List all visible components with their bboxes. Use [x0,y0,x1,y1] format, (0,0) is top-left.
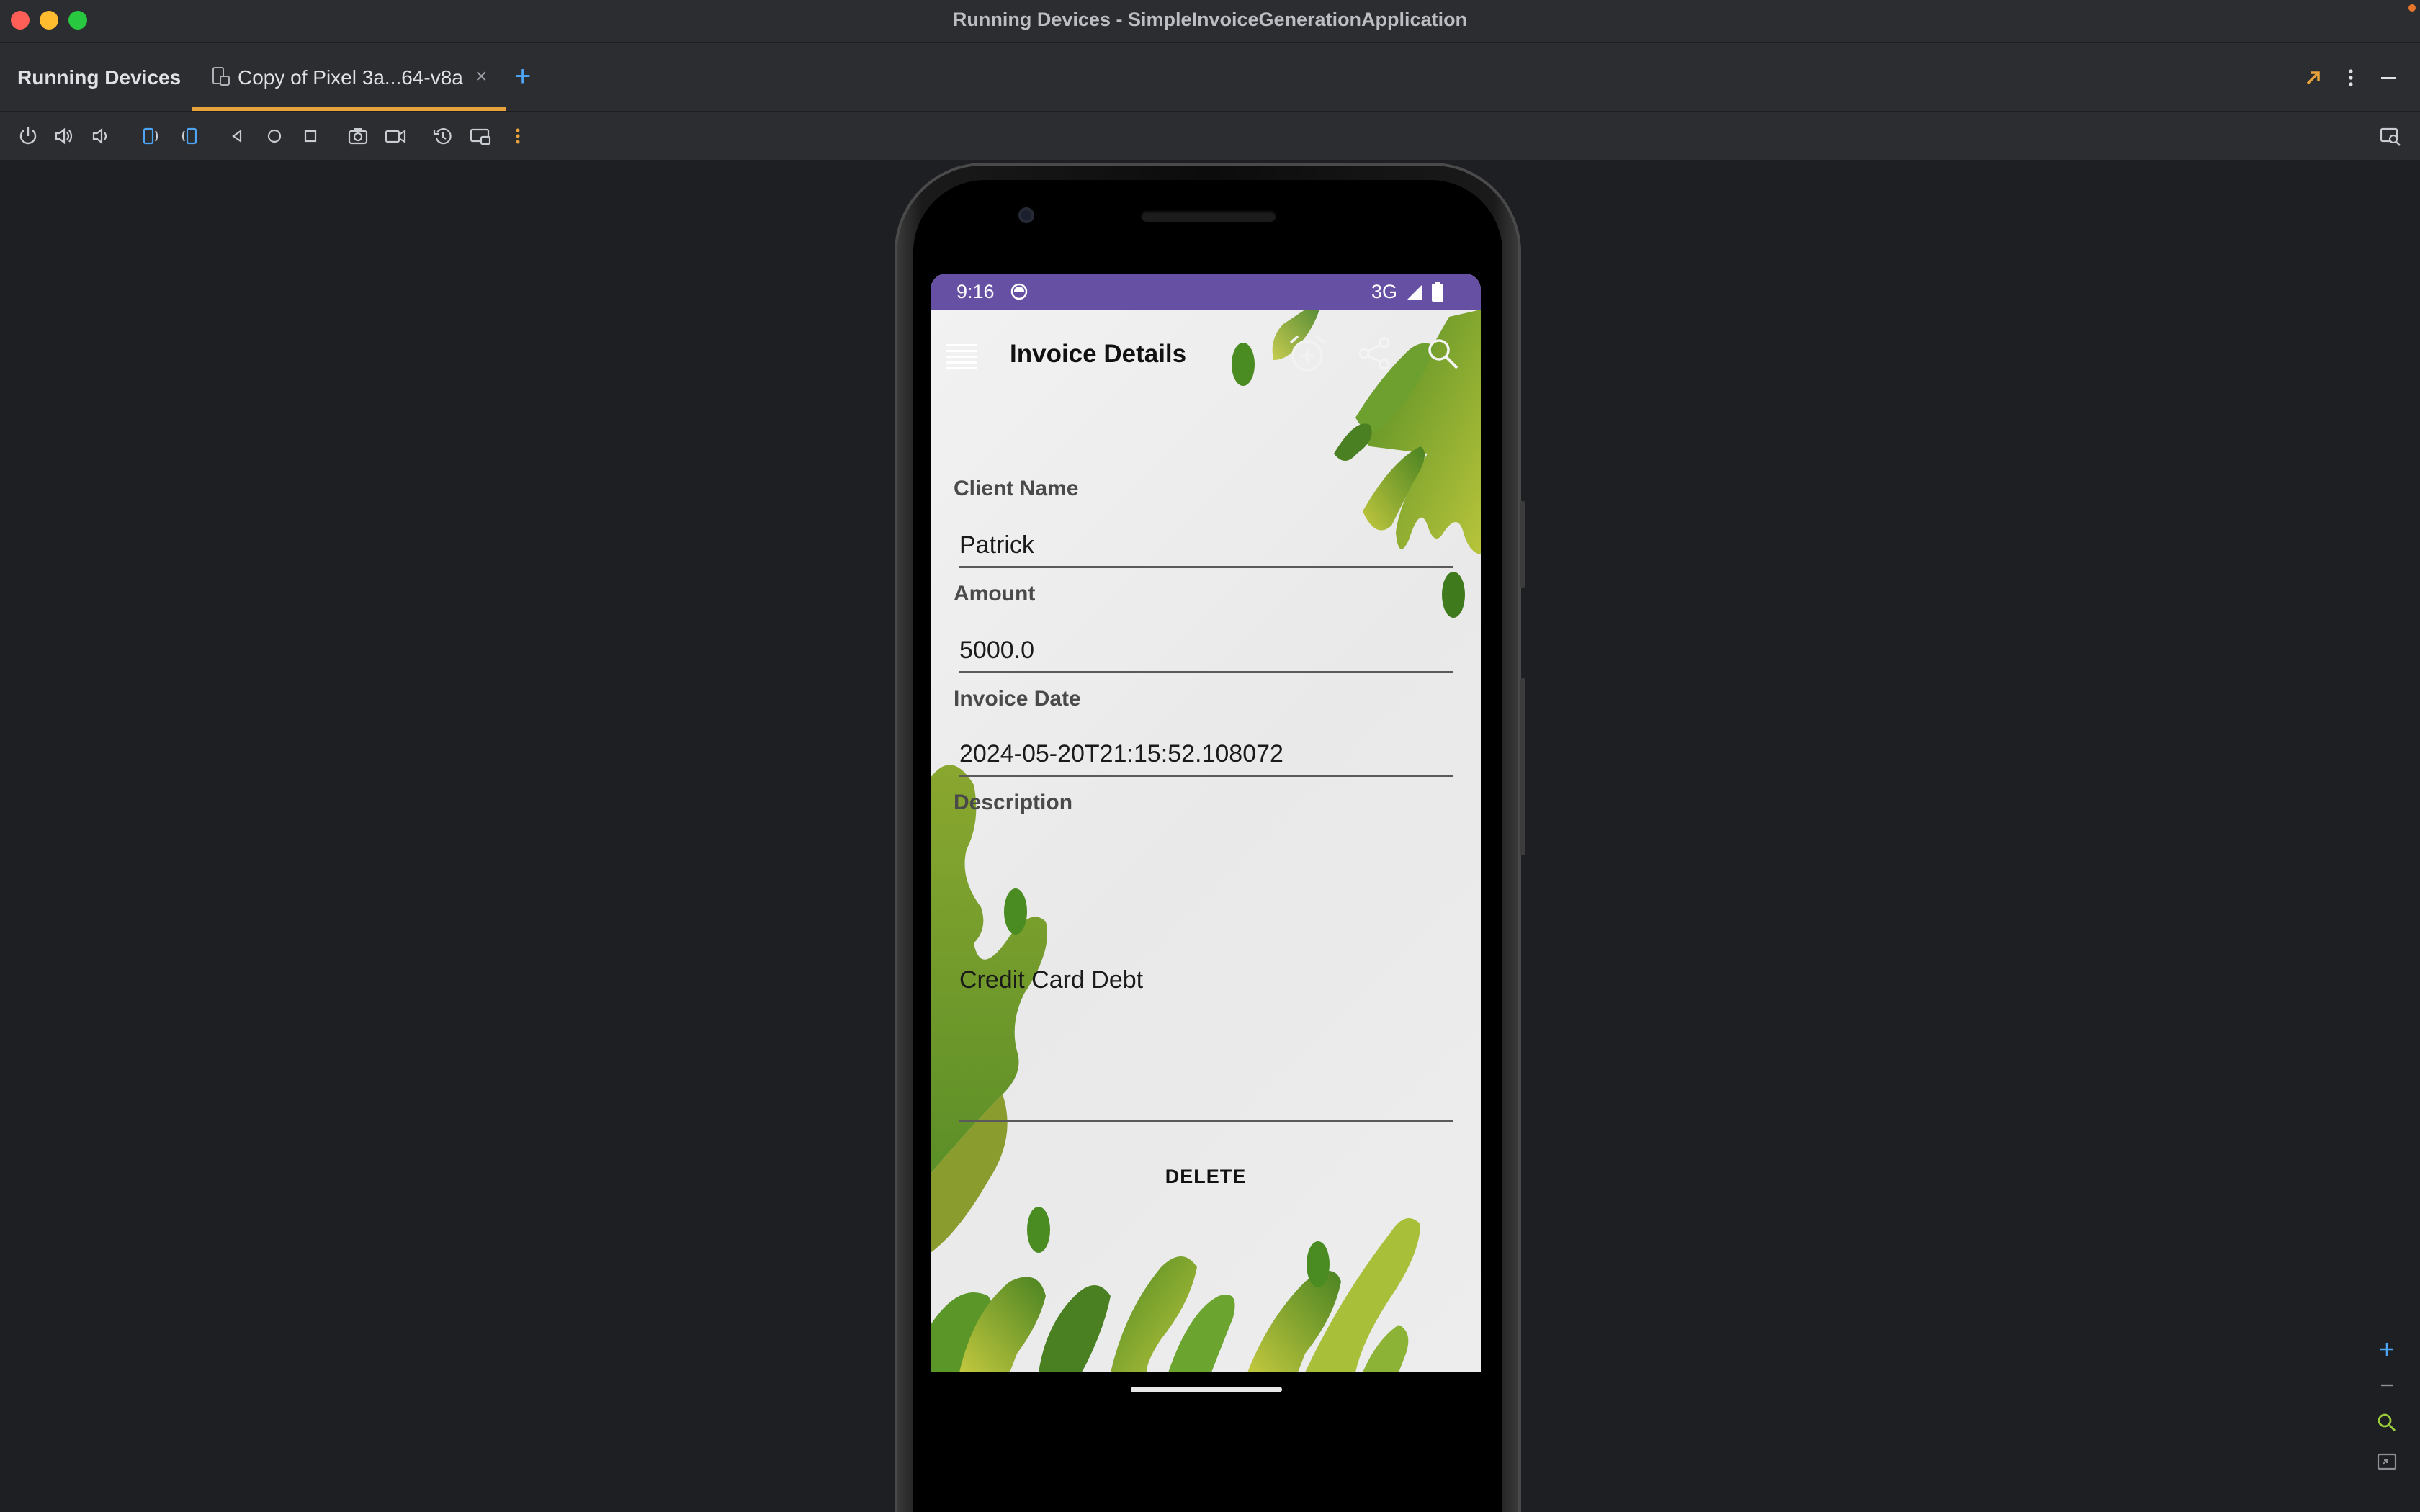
status-time: 9:16 [956,281,995,302]
device-tab-icon [212,67,230,86]
app-toolbar: Invoice Details [931,310,1481,403]
description-label: Description [954,791,1073,814]
window-title: Running Devices - SimpleInvoiceGeneratio… [952,9,1468,30]
page-title: Invoice Details [1010,340,1187,368]
amount-underline [959,671,1453,673]
invoice-date-label: Invoice Date [954,687,1081,711]
device-explorer-icon[interactable] [2378,124,2403,148]
screen-record-icon[interactable] [383,124,408,148]
alarm-add-icon[interactable] [1285,331,1330,376]
screenshot-icon[interactable] [346,124,370,148]
back-icon[interactable] [225,124,249,148]
rotate-right-icon[interactable] [177,124,202,148]
add-device-tab-button[interactable]: + [514,60,531,93]
tool-window-title: Running Devices [17,66,182,89]
delete-button[interactable]: DELETE [1134,1153,1278,1200]
external-link-icon[interactable] [2300,65,2326,91]
zoom-fit-icon[interactable] [2372,1447,2401,1476]
more-vert-icon[interactable] [2338,65,2364,91]
device-toolbar [0,112,2420,161]
reset-icon[interactable] [431,124,455,148]
phone-power-button [1520,501,1525,588]
status-network-type: 3G [1371,281,1398,302]
signal-strength-icon [1407,285,1422,300]
volume-up-icon[interactable] [52,124,76,148]
tab-close-icon[interactable]: × [475,65,487,88]
share-icon[interactable] [1357,336,1393,372]
gesture-nav-handle[interactable] [1131,1387,1282,1392]
zoom-in-icon[interactable] [2372,1335,2401,1364]
description-field[interactable]: Credit Card Debt [959,966,1143,994]
window-title-bar: Running Devices - SimpleInvoiceGeneratio… [0,0,2420,43]
front-camera-icon [1018,207,1034,223]
client-name-underline [959,566,1453,568]
device-screen[interactable]: 9:16 3G Invoice Details Client Name Patr… [931,274,1481,1372]
battery-icon [1432,282,1443,302]
invoice-date-field[interactable]: 2024-05-20T21:15:52.108072 [959,740,1283,768]
overview-icon[interactable] [298,124,323,148]
rotate-left-icon[interactable] [138,124,163,148]
volume-down-icon[interactable] [88,124,112,148]
search-icon[interactable] [1425,336,1461,372]
device-tab[interactable]: Copy of Pixel 3a...64-v8a × [192,43,506,111]
phone-volume-rocker [1520,678,1525,855]
power-icon[interactable] [16,124,40,148]
android-status-bar: 9:16 3G [931,274,1481,310]
background-leaf-decoration [931,310,1481,1372]
invoice-date-underline [959,775,1453,777]
client-name-field[interactable]: Patrick [959,531,1034,559]
minimize-icon[interactable] [2375,65,2401,91]
client-name-label: Client Name [954,477,1079,500]
amount-field[interactable]: 5000.0 [959,636,1034,665]
description-underline [959,1120,1453,1122]
zoom-actual-icon[interactable] [2372,1408,2401,1437]
home-icon[interactable] [262,124,287,148]
snapshot-icon[interactable] [468,124,493,148]
more-vert-icon[interactable] [506,124,530,148]
tool-window-header: Running Devices Copy of Pixel 3a...64-v8… [0,43,2420,112]
amount-label: Amount [954,582,1036,606]
hamburger-menu-icon[interactable] [944,340,980,373]
earpiece-speaker [1141,210,1276,222]
notification-dot-icon [2408,4,2416,12]
zoom-out-icon[interactable] [2372,1371,2401,1400]
device-tab-label: Copy of Pixel 3a...64-v8a [238,66,463,89]
status-notification-icon [1010,283,1028,300]
